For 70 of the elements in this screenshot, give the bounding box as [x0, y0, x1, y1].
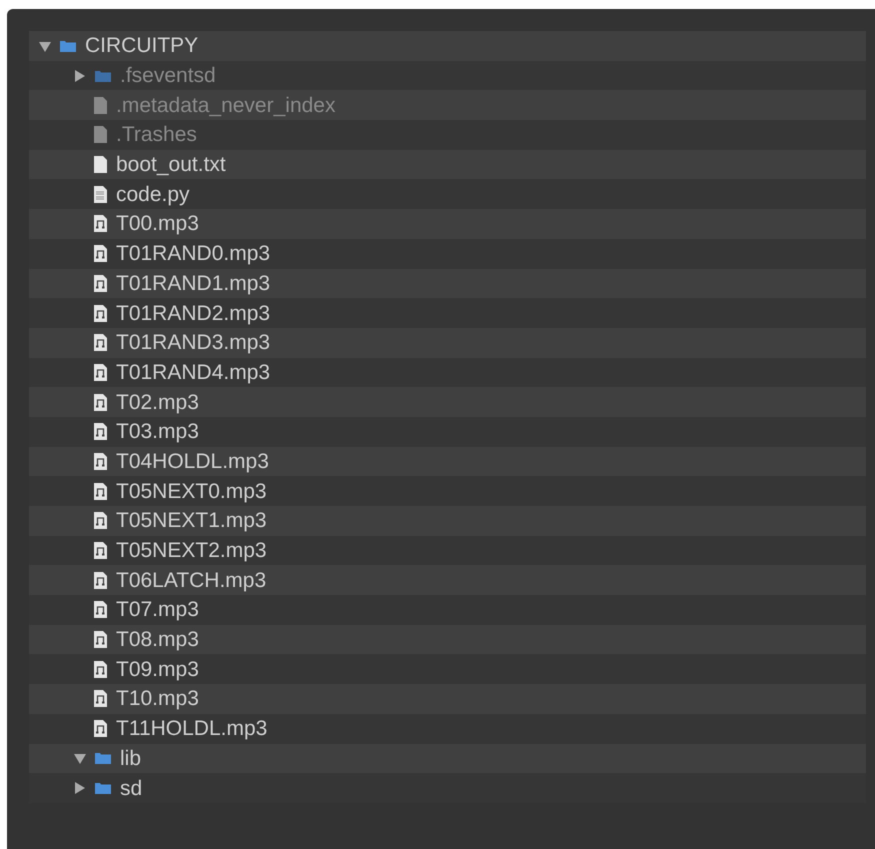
file-name: CIRCUITPY	[85, 35, 198, 56]
file-name: lib	[120, 748, 142, 769]
music-file-icon	[94, 274, 107, 292]
folder-icon	[94, 68, 112, 83]
file-name: T03.mp3	[116, 421, 199, 442]
music-file-icon	[94, 304, 107, 322]
collapse-arrow-icon[interactable]	[74, 752, 86, 764]
file-name: T02.mp3	[116, 392, 199, 413]
file-name: T06LATCH.mp3	[116, 570, 266, 591]
music-file-icon	[94, 482, 107, 500]
file-name: .Trashes	[116, 124, 197, 146]
expand-arrow-icon[interactable]	[74, 70, 86, 82]
file-name: T07.mp3	[116, 599, 199, 620]
music-file-icon	[94, 215, 107, 232]
music-file-icon	[94, 394, 107, 411]
file-icon	[94, 96, 107, 114]
tree-row[interactable]: T10.mp3	[29, 684, 866, 714]
music-file-icon	[94, 245, 107, 262]
folder-icon	[94, 751, 112, 766]
tree-row[interactable]: T01RAND1.mp3	[29, 268, 866, 298]
file-name: T01RAND2.mp3	[116, 302, 270, 324]
file-name: T09.mp3	[116, 658, 199, 680]
music-file-icon	[94, 364, 107, 381]
tree-row[interactable]: T04HOLDL.mp3	[29, 446, 866, 476]
file-icon	[94, 156, 107, 174]
tree-row[interactable]: T05NEXT2.mp3	[29, 536, 866, 566]
music-file-icon	[94, 601, 107, 618]
tree-row[interactable]: T05NEXT1.mp3	[29, 506, 866, 536]
tree-row[interactable]: T06LATCH.mp3	[29, 565, 866, 596]
file-name: T01RAND3.mp3	[116, 332, 270, 354]
collapse-arrow-icon[interactable]	[39, 40, 51, 52]
music-file-icon	[94, 542, 107, 560]
file-name: T01RAND1.mp3	[116, 272, 270, 294]
tree-row[interactable]: .fseventsd	[29, 60, 866, 90]
tree-row[interactable]: CIRCUITPY	[29, 31, 866, 61]
music-file-icon	[94, 423, 107, 440]
file-name: sd	[120, 778, 142, 799]
tree-row[interactable]: boot_out.txt	[29, 150, 866, 180]
file-name: T04HOLDL.mp3	[116, 450, 269, 472]
folder-icon	[94, 781, 112, 796]
file-name: T08.mp3	[116, 629, 199, 650]
expand-arrow-icon[interactable]	[74, 782, 86, 794]
file-icon	[94, 126, 107, 144]
music-file-icon	[94, 690, 107, 708]
tree-row[interactable]: T01RAND3.mp3	[29, 328, 866, 358]
music-file-icon	[94, 660, 107, 678]
music-file-icon	[94, 452, 107, 470]
tree-row[interactable]: T02.mp3	[29, 387, 866, 417]
tree-row[interactable]: T00.mp3	[29, 209, 866, 239]
tree-row[interactable]: T01RAND4.mp3	[29, 358, 866, 388]
file-name: boot_out.txt	[116, 154, 226, 176]
music-file-icon	[94, 512, 107, 530]
folder-icon	[59, 38, 77, 53]
file-name: T01RAND0.mp3	[116, 243, 270, 264]
file-name: .metadata_never_index	[116, 94, 336, 116]
file-name: T05NEXT2.mp3	[116, 540, 267, 562]
file-name: T05NEXT0.mp3	[116, 480, 267, 502]
file-name: T05NEXT1.mp3	[116, 510, 267, 532]
file-name: code.py	[116, 184, 190, 205]
file-name: T11HOLDL.mp3	[116, 718, 268, 740]
music-file-icon	[94, 572, 107, 589]
tree-row[interactable]: T08.mp3	[29, 624, 866, 654]
music-file-icon	[94, 720, 107, 738]
tree-row[interactable]: lib	[29, 744, 866, 774]
file-name: T01RAND4.mp3	[116, 362, 270, 383]
music-file-icon	[94, 334, 107, 352]
file-name: T10.mp3	[116, 688, 199, 710]
music-file-icon	[94, 631, 107, 648]
file-name: .fseventsd	[120, 65, 216, 86]
file-name: T00.mp3	[116, 213, 199, 234]
